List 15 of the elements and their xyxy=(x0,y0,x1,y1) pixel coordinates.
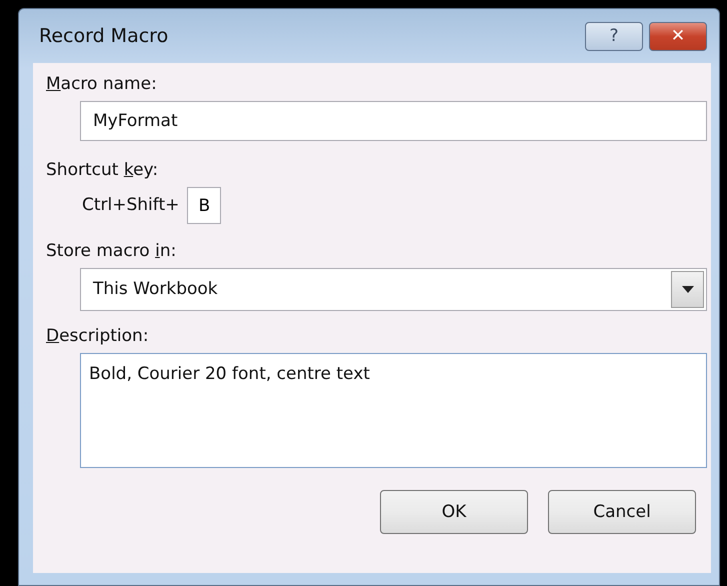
shortcut-key-field[interactable]: B xyxy=(187,187,222,224)
field-label: Shortcut key: xyxy=(46,159,160,182)
close-button[interactable]: ✕ xyxy=(649,22,707,50)
ok-button[interactable]: OK xyxy=(380,490,528,534)
store-macro-dropdown[interactable]: This Workbook xyxy=(80,268,707,312)
field-label: Macro name: xyxy=(46,73,158,96)
help-button[interactable]: ? xyxy=(585,22,643,50)
field-label: Store macro in: xyxy=(46,240,178,262)
shortcut-prefix: Ctrl+Shift+ xyxy=(82,194,180,217)
description-field[interactable]: Bold, Courier 20 font, centre text xyxy=(80,353,707,468)
field-label: Description: xyxy=(46,325,150,348)
macro-name-field[interactable]: MyFormat xyxy=(80,101,707,142)
window-title: Record Macro xyxy=(39,24,170,49)
cancel-button[interactable]: Cancel xyxy=(548,490,696,534)
dropdown-arrow-icon xyxy=(682,286,694,294)
